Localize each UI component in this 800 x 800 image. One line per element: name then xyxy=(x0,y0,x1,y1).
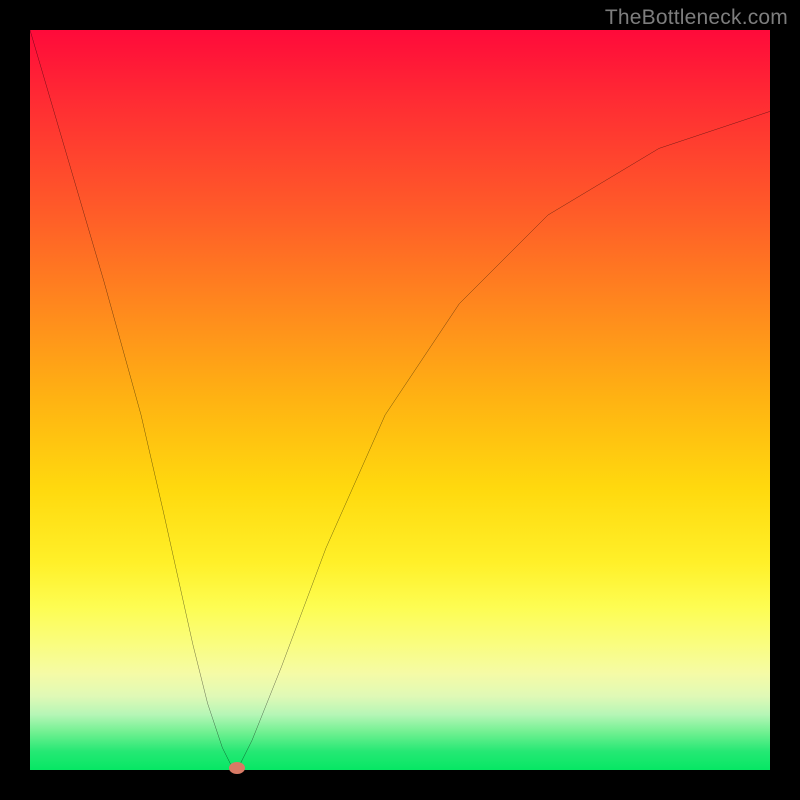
plot-area xyxy=(30,30,770,770)
minimum-marker xyxy=(229,762,245,774)
bottleneck-curve xyxy=(30,30,770,770)
watermark-text: TheBottleneck.com xyxy=(605,6,788,30)
chart-frame: TheBottleneck.com xyxy=(0,0,800,800)
